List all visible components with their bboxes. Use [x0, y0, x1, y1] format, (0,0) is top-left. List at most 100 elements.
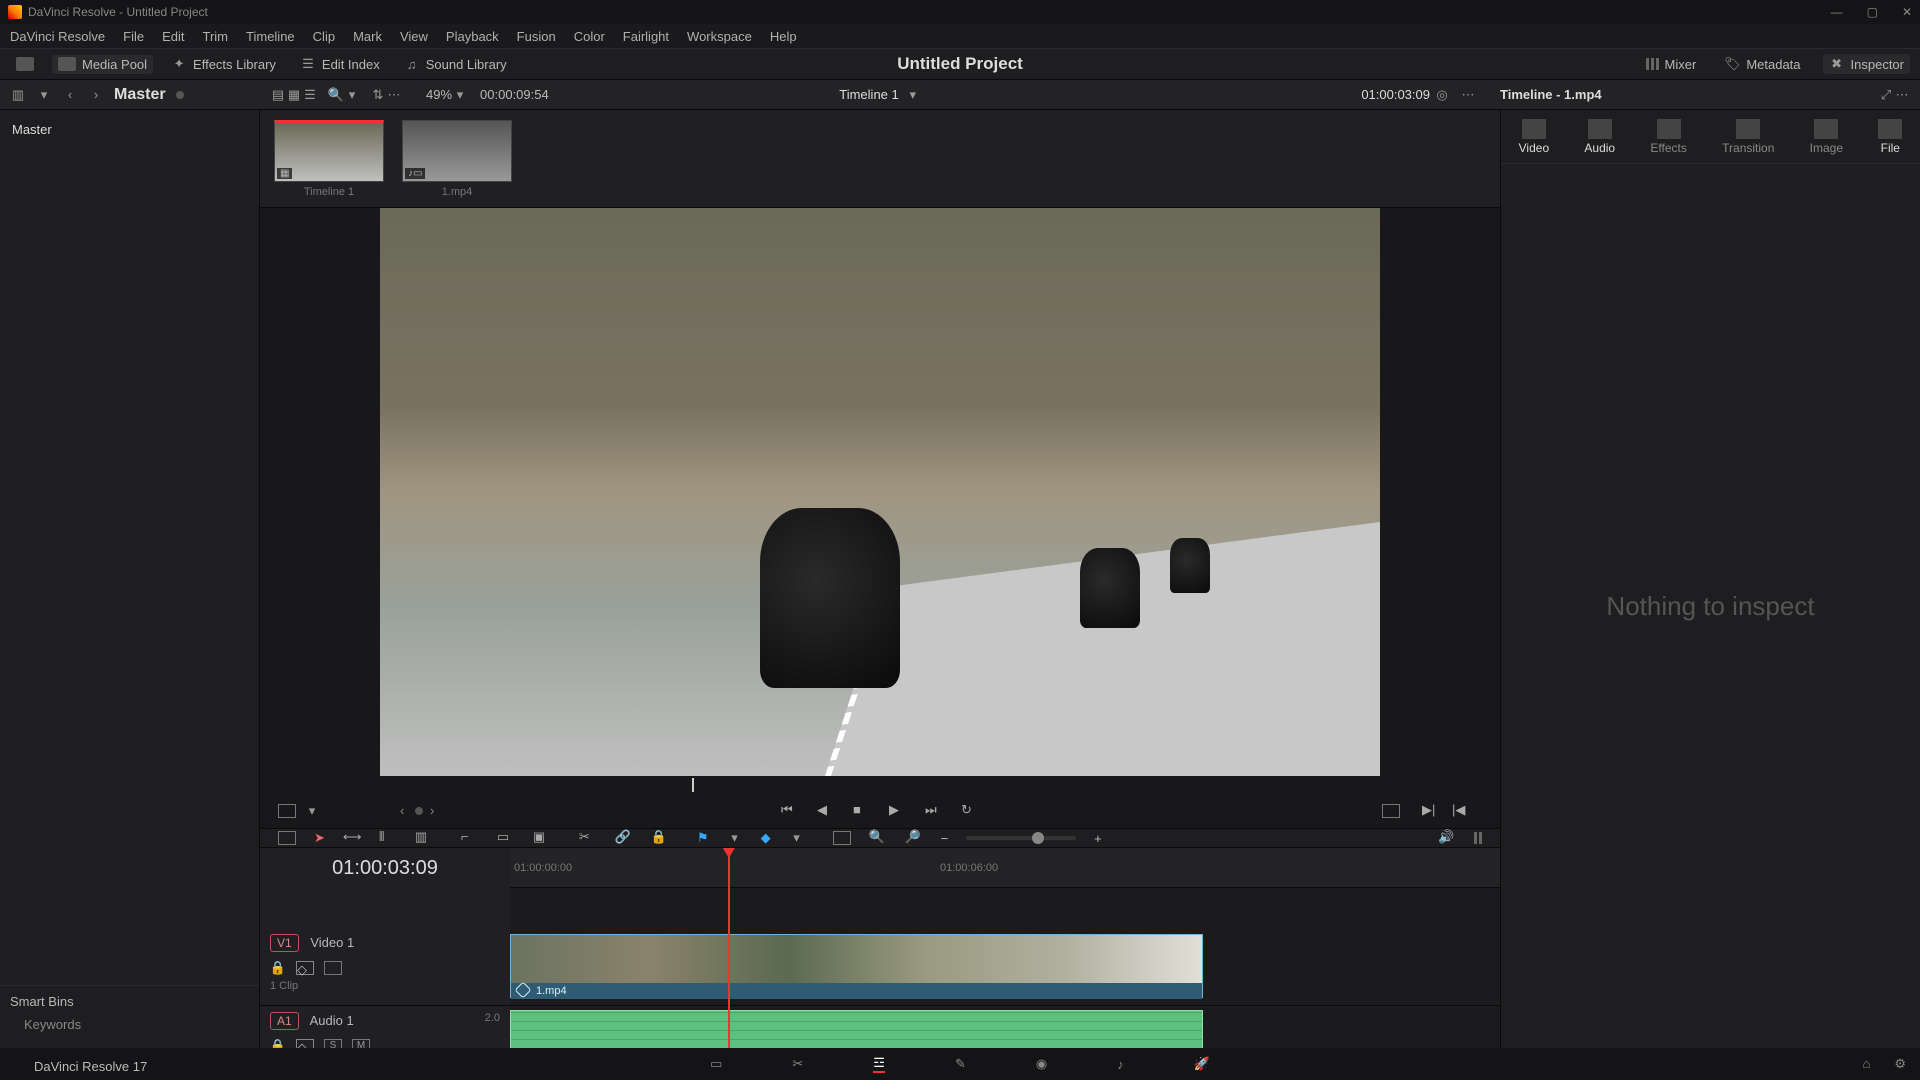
loop-button[interactable]: ↻ [961, 802, 979, 820]
prev-frame-button[interactable]: ◀ [817, 802, 835, 820]
viewer-scrub-bar[interactable] [380, 776, 1380, 793]
razor-button[interactable]: ✂ [579, 829, 597, 847]
menu-item[interactable]: Clip [313, 29, 335, 44]
metadata-button[interactable]: 🏷Metadata [1718, 54, 1806, 74]
go-end-button[interactable]: ⏭ [925, 802, 943, 820]
nav-deliver-button[interactable]: 🚀 [1194, 1056, 1210, 1072]
menu-item[interactable]: Fusion [517, 29, 556, 44]
jog-dot-icon[interactable] [415, 807, 423, 815]
more-icon[interactable]: ⋯ [386, 87, 402, 103]
menu-item[interactable]: Playback [446, 29, 499, 44]
home-button[interactable]: ⌂ [1862, 1056, 1870, 1072]
menu-item[interactable]: DaVinci Resolve [10, 29, 105, 44]
expand-icon[interactable]: ⤢ [1878, 87, 1894, 103]
insert-button[interactable]: ⌐ [461, 829, 479, 847]
next-clip-button[interactable]: ▶| [1422, 802, 1440, 820]
settings-button[interactable]: ⚙ [1894, 1056, 1906, 1072]
bin-root[interactable]: Master [10, 118, 249, 141]
zoom-in-button[interactable]: + [1094, 831, 1102, 846]
prev-clip-button[interactable]: |◀ [1452, 802, 1470, 820]
lock-icon[interactable]: 🔒 [270, 960, 286, 976]
smart-bins-header[interactable]: Smart Bins [10, 994, 249, 1009]
inspector-button[interactable]: ✖Inspector [1823, 54, 1910, 74]
auto-select-button[interactable]: ◇ [296, 961, 314, 975]
zoom-out-button[interactable]: − [941, 831, 949, 846]
edit-index-button[interactable]: ☰Edit Index [294, 54, 386, 74]
sound-library-button[interactable]: ♫Sound Library [398, 54, 513, 74]
jog-fwd-icon[interactable]: › [430, 803, 434, 818]
menu-item[interactable]: Help [770, 29, 797, 44]
marker-button[interactable]: ◆ [761, 830, 771, 846]
timeline-timecode[interactable]: 01:00:03:09 [260, 848, 510, 888]
timeline-ruler[interactable]: 01:00:00:00 01:00:06:00 [510, 848, 1500, 888]
inspector-tab-transition[interactable]: Transition [1722, 119, 1774, 155]
link-button[interactable]: 🔗 [615, 829, 633, 847]
search-icon[interactable]: 🔍 [328, 87, 344, 103]
track-badge[interactable]: A1 [270, 1012, 299, 1030]
bypass-icon[interactable]: ◎ [1434, 87, 1450, 103]
view-grid-icon[interactable]: ▦ [286, 87, 302, 103]
track-video1[interactable]: 1.mp4 [510, 928, 1500, 1006]
mixer-button[interactable]: Mixer [1640, 55, 1703, 74]
current-bin-label[interactable]: Master [114, 86, 166, 104]
snap-button[interactable] [833, 831, 851, 845]
nav-back-icon[interactable]: ‹ [62, 87, 78, 103]
timeline-name[interactable]: Timeline 1 [839, 87, 898, 102]
effects-library-button[interactable]: ✦Effects Library [165, 54, 282, 74]
layout-toggle[interactable] [10, 55, 40, 73]
chevron-down-icon[interactable]: ▾ [304, 803, 320, 819]
audio-mute-button[interactable]: 🔊 [1438, 829, 1456, 847]
chevron-down-icon[interactable]: ▾ [36, 87, 52, 103]
sort-icon[interactable]: ⇅ [370, 87, 386, 103]
more-icon[interactable]: ⋯ [1460, 87, 1476, 103]
inspector-tab-file[interactable]: File [1878, 119, 1902, 155]
zoom-percent[interactable]: 49% [426, 87, 452, 102]
viewer-canvas[interactable] [380, 208, 1380, 776]
overwrite-button[interactable]: ▭ [497, 829, 515, 847]
media-pool-button[interactable]: Media Pool [52, 55, 153, 74]
fullscreen-button[interactable] [1382, 804, 1400, 818]
media-item-timeline[interactable]: ▦ Timeline 1 [274, 120, 384, 198]
track-badge[interactable]: V1 [270, 934, 299, 952]
menu-item[interactable]: Timeline [246, 29, 295, 44]
chevron-down-icon[interactable]: ▾ [905, 87, 921, 103]
match-frame-button[interactable] [278, 804, 296, 818]
detail-zoom-button[interactable]: 🔎 [905, 829, 923, 847]
menu-item[interactable]: Color [574, 29, 605, 44]
chevron-down-icon[interactable]: ▾ [344, 87, 360, 103]
trim-tool-button[interactable]: ⟷ [343, 829, 361, 847]
view-thumb-icon[interactable]: ▤ [270, 87, 286, 103]
menu-item[interactable]: Edit [162, 29, 184, 44]
jog-back-icon[interactable]: ‹ [400, 803, 404, 818]
zoom-slider[interactable] [966, 836, 1076, 840]
menu-item[interactable]: File [123, 29, 144, 44]
menu-item[interactable]: Workspace [687, 29, 752, 44]
maximize-icon[interactable]: ▢ [1867, 5, 1878, 19]
flag-button[interactable]: ⚑ [697, 830, 709, 846]
blade-tool-button[interactable]: ▥ [415, 829, 433, 847]
chevron-down-icon[interactable]: ▾ [789, 830, 805, 846]
dynamic-trim-button[interactable]: ⦀ [379, 829, 397, 847]
go-start-button[interactable]: ⏮ [781, 802, 799, 820]
selection-tool-button[interactable]: ➤ [314, 830, 325, 846]
track-enable-button[interactable] [324, 961, 342, 975]
inspector-tab-audio[interactable]: Audio [1584, 119, 1615, 155]
menu-item[interactable]: View [400, 29, 428, 44]
replace-button[interactable]: ▣ [533, 829, 551, 847]
timeline-body[interactable]: 01:00:00:00 01:00:06:00 1.mp4 1.mp4 [510, 848, 1500, 1070]
smart-bin-keywords[interactable]: Keywords [10, 1009, 249, 1040]
minimize-icon[interactable]: — [1831, 5, 1843, 19]
nav-color-button[interactable]: ◉ [1036, 1056, 1047, 1072]
zoom-to-fit-button[interactable]: 🔍 [869, 829, 887, 847]
inspector-tab-video[interactable]: Video [1519, 119, 1549, 155]
lock-button[interactable]: 🔒 [651, 829, 669, 847]
nav-edit-button[interactable]: ☲ [873, 1055, 885, 1073]
nav-fwd-icon[interactable]: › [88, 87, 104, 103]
stop-button[interactable]: ■ [853, 802, 871, 820]
menu-item[interactable]: Trim [203, 29, 229, 44]
media-item-clip[interactable]: ♪▭ 1.mp4 [402, 120, 512, 198]
menu-item[interactable]: Mark [353, 29, 382, 44]
video-clip[interactable]: 1.mp4 [510, 934, 1203, 998]
close-icon[interactable]: ✕ [1902, 5, 1912, 19]
sidebar-toggle-icon[interactable]: ▥ [10, 87, 26, 103]
